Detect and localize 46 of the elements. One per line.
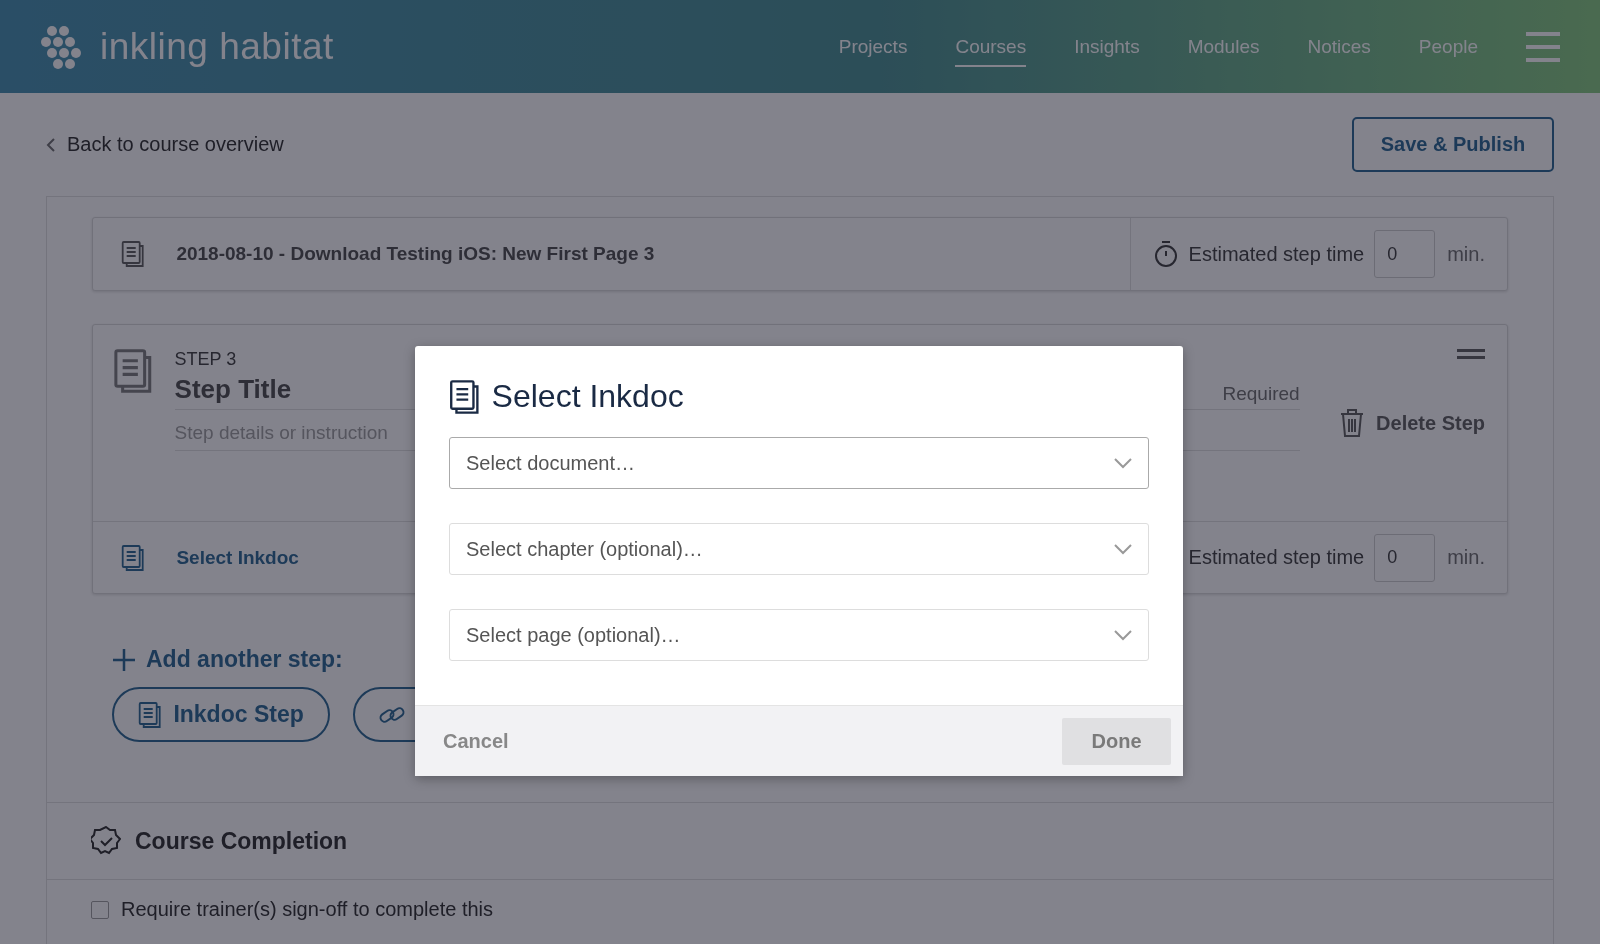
select-field[interactable]: Select document… [449, 437, 1149, 489]
step-number: STEP 3 [174, 349, 238, 370]
chevron-down-icon [1114, 457, 1132, 469]
document-icon [449, 379, 480, 414]
time-input[interactable]: 0 [1374, 533, 1436, 582]
signoff-option[interactable]: Require trainer(s) sign-off to complete this [47, 880, 1553, 921]
document-icon [121, 544, 145, 571]
step-title[interactable]: Step Title [174, 374, 292, 405]
unit-label: min. [1447, 242, 1485, 266]
chevron-left-icon [46, 137, 55, 152]
trash-icon [1340, 409, 1365, 437]
delete-step-button[interactable]: Delete Step [1340, 409, 1485, 437]
document-icon [113, 349, 153, 393]
checkbox[interactable] [91, 900, 109, 919]
badge-check-icon [91, 826, 121, 856]
inkdoc-step-button[interactable]: Inkdoc Step [112, 687, 330, 742]
nav-tab[interactable]: Modules [1187, 26, 1260, 67]
select-field[interactable]: Select page (optional)… [449, 609, 1149, 661]
logo-text: inkling habitat [100, 25, 334, 68]
menu-icon[interactable] [1526, 31, 1560, 62]
dialog-title: Select Inkdoc [491, 378, 684, 415]
time-label: Estimated step time [1188, 242, 1365, 266]
add-step-label: Add another step: [146, 646, 343, 673]
unit-label: min. [1447, 546, 1485, 569]
plus-icon [112, 647, 136, 672]
document-icon [121, 241, 145, 267]
select-field[interactable]: Select chapter (optional)… [449, 523, 1149, 575]
select-inkdoc-link[interactable]: Select Inkdoc [176, 546, 299, 569]
back-link[interactable]: Back to course overview [46, 133, 284, 156]
chevron-down-icon [1114, 543, 1132, 555]
nav-tab[interactable]: Projects [838, 26, 908, 67]
drag-handle-icon[interactable] [1457, 349, 1485, 359]
stopwatch-icon [1152, 240, 1179, 268]
time-input[interactable]: 0 [1374, 230, 1436, 278]
nav-tab[interactable]: Insights [1074, 26, 1140, 67]
cancel-button[interactable]: Cancel [437, 728, 515, 754]
nav-tab[interactable]: Notices [1307, 26, 1371, 67]
document-title: 2018-08-10 - Download Testing iOS: New First Page 3 [176, 243, 655, 265]
nav-tab[interactable]: People [1418, 26, 1478, 67]
chevron-down-icon [1114, 629, 1132, 641]
required-label: Required [1222, 383, 1300, 405]
section-title: Course Completion [135, 827, 348, 855]
document-icon [138, 701, 162, 728]
nav-tab[interactable]: Courses [955, 26, 1027, 67]
save-publish-button[interactable]: Save & Publish [1352, 117, 1554, 172]
time-label: Estimated step time [1188, 546, 1365, 569]
